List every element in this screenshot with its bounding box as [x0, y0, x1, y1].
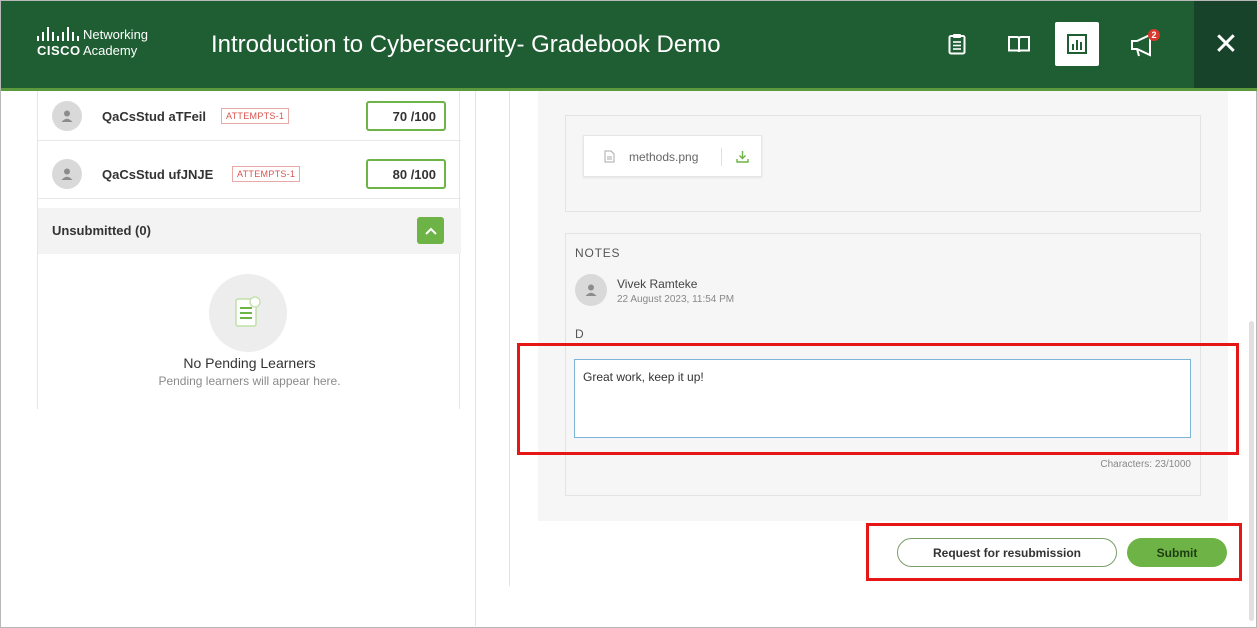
- logo-academy-text: Academy: [83, 43, 138, 58]
- app-frame: cisco Networking Academy Introduction to…: [0, 0, 1257, 628]
- close-icon: ✕: [1213, 28, 1239, 61]
- file-icon: [604, 150, 615, 163]
- attempts-badge: ATTEMPTS-1: [232, 166, 301, 182]
- character-count: Characters: 23/1000: [1100, 459, 1191, 470]
- attempts-badge: ATTEMPTS-1: [221, 108, 290, 124]
- note-timestamp: 22 August 2023, 11:54 PM: [617, 294, 735, 305]
- empty-state-subtitle: Pending learners will appear here.: [158, 374, 341, 388]
- collapse-button[interactable]: [417, 217, 444, 244]
- learner-name: QaCsStud aTFeil: [102, 109, 207, 124]
- chevron-up-icon: [424, 227, 437, 235]
- note-text: D: [575, 327, 584, 341]
- learner-name: QaCsStud ufJNJE: [102, 167, 214, 182]
- attachment-file-chip[interactable]: methods.png: [583, 135, 762, 177]
- megaphone-icon[interactable]: 2: [1123, 22, 1167, 66]
- attachment-file-name: methods.png: [629, 150, 699, 164]
- learner-list-panel: QaCsStud aTFeil ATTEMPTS-1 70 /100 QaCsS…: [37, 91, 461, 409]
- course-title: Introduction to Cybersecurity- Gradebook…: [211, 31, 721, 58]
- panel-divider: [475, 91, 476, 626]
- panel-divider: [509, 91, 510, 586]
- user-avatar-icon: [52, 101, 82, 131]
- unsubmitted-label: Unsubmitted (0): [52, 223, 151, 238]
- note-author-name: Vivek Ramteke: [617, 277, 698, 291]
- highlight-box-actions: [866, 523, 1242, 581]
- score-field[interactable]: 70 /100: [366, 101, 446, 131]
- chip-separator: [721, 148, 722, 166]
- clipboard-icon[interactable]: [935, 22, 979, 66]
- svg-text:2: 2: [1151, 30, 1156, 40]
- score-field[interactable]: 80 /100: [366, 159, 446, 189]
- empty-state-document-icon: [209, 274, 287, 352]
- cisco-bars-icon: [37, 27, 79, 41]
- gradebook-chart-icon[interactable]: [1055, 22, 1099, 66]
- logo-networking-text: Networking: [83, 27, 149, 42]
- book-icon[interactable]: [997, 22, 1041, 66]
- app-header: cisco Networking Academy Introduction to…: [1, 1, 1257, 91]
- user-avatar-icon: [52, 159, 82, 189]
- unsubmitted-section-header[interactable]: Unsubmitted (0): [38, 208, 461, 254]
- download-icon: [736, 151, 749, 163]
- learner-row[interactable]: QaCsStud ufJNJE ATTEMPTS-1 80 /100: [38, 149, 461, 199]
- highlight-box-note-input: [517, 343, 1239, 455]
- empty-state-title: No Pending Learners: [183, 355, 316, 371]
- notes-heading: NOTES: [575, 246, 621, 260]
- cisco-wordmark: cisco: [37, 43, 81, 58]
- note-author-avatar-icon: [575, 274, 607, 306]
- close-button[interactable]: ✕: [1194, 1, 1257, 88]
- learner-row[interactable]: QaCsStud aTFeil ATTEMPTS-1 70 /100: [38, 91, 461, 141]
- scrollbar[interactable]: [1249, 321, 1254, 621]
